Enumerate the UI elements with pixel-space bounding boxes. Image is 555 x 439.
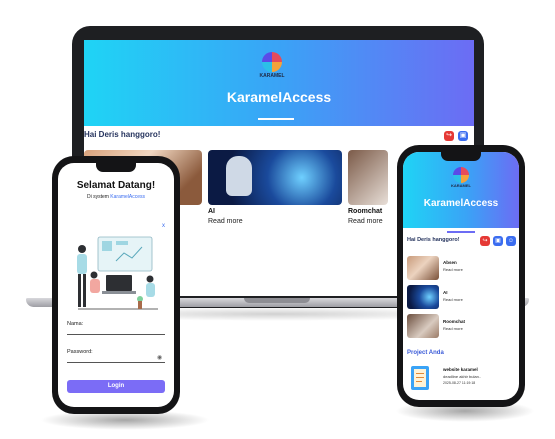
project-deadline: deadline akhir bulan..	[443, 374, 482, 379]
list-thumbnail-ai[interactable]	[407, 285, 439, 309]
mobile-app-title: KaramelAccess	[423, 198, 499, 209]
login-subtitle-prefix: Di system	[86, 194, 111, 200]
brand-logo	[453, 167, 469, 183]
laptop-header: KARAMEL KaramelAccess	[84, 40, 474, 126]
projects-heading: Project Anda	[407, 350, 444, 356]
brand-logo-text: KARAMEL	[451, 183, 471, 188]
eye-icon[interactable]: ◉	[157, 354, 162, 361]
login-button[interactable]: Login	[67, 380, 165, 393]
close-icon[interactable]: x	[162, 223, 165, 229]
card-thumbnail-ai[interactable]	[208, 150, 342, 205]
list-link-ai[interactable]: Read more	[443, 297, 463, 302]
list-thumbnail-absen[interactable]	[407, 256, 439, 280]
password-input[interactable]	[67, 354, 157, 362]
team-illustration	[77, 236, 158, 310]
card-thumbnail-roomchat[interactable]	[348, 150, 388, 205]
save-icon: ▣	[459, 132, 467, 139]
card-link-ai[interactable]: Read more	[208, 218, 243, 225]
robot-image	[226, 156, 252, 196]
list-link-absen[interactable]: Read more	[443, 267, 463, 272]
laptop-hinge-notch	[244, 298, 310, 303]
phone-notch	[96, 163, 136, 172]
logout-button[interactable]: ↪	[444, 131, 454, 141]
list-thumbnail-roomchat[interactable]	[407, 314, 439, 338]
list-link-roomchat[interactable]: Read more	[443, 326, 463, 331]
card-title-ai: AI	[208, 208, 215, 215]
name-input-underline	[67, 334, 165, 335]
project-title[interactable]: website karamel	[443, 367, 478, 372]
brand-logo	[262, 52, 282, 72]
password-input-underline	[67, 362, 165, 363]
list-title-absen: Absen	[443, 260, 457, 265]
save-button[interactable]: ▣	[493, 236, 503, 246]
project-date: 2025-08-27 11:19:18	[443, 381, 476, 385]
laptop-greeting: Hai Deris hanggoro!	[84, 130, 161, 139]
list-title-roomchat: Roomchat	[443, 319, 466, 324]
mobile-greeting: Hai Deris hanggoro!	[407, 237, 460, 243]
phone-notch	[441, 152, 481, 161]
card-link-roomchat[interactable]: Read more	[348, 218, 383, 225]
logout-icon: ↪	[482, 238, 488, 244]
laptop-app-title: KaramelAccess	[226, 89, 332, 105]
card-title-roomchat: Roomchat	[348, 208, 383, 215]
login-heading: Selamat Datang!	[76, 180, 156, 191]
mobile-header: KARAMEL KaramelAccess	[403, 152, 519, 228]
logout-button[interactable]: ↪	[480, 236, 490, 246]
title-underline	[258, 118, 294, 120]
user-button[interactable]: ☺	[506, 236, 516, 246]
login-illustration	[68, 231, 164, 311]
login-phone-screen: Selamat Datang! Di system KaramelAccess …	[58, 163, 174, 407]
title-underline	[447, 231, 475, 233]
project-document-icon	[411, 366, 429, 390]
save-button[interactable]: ▣	[458, 131, 468, 141]
login-subtitle-brand: KaramelAccess	[110, 194, 146, 200]
mobile-phone-screen: KARAMEL KaramelAccess Hai Deris hanggoro…	[403, 152, 519, 400]
brand-logo-text: KARAMEL	[259, 73, 285, 79]
user-icon: ☺	[507, 238, 515, 244]
name-input[interactable]	[67, 326, 165, 334]
logout-icon: ↪	[446, 132, 452, 139]
login-subtitle: Di system KaramelAccess	[58, 194, 174, 200]
list-title-ai: AI	[443, 290, 448, 295]
save-icon: ▣	[495, 238, 501, 244]
